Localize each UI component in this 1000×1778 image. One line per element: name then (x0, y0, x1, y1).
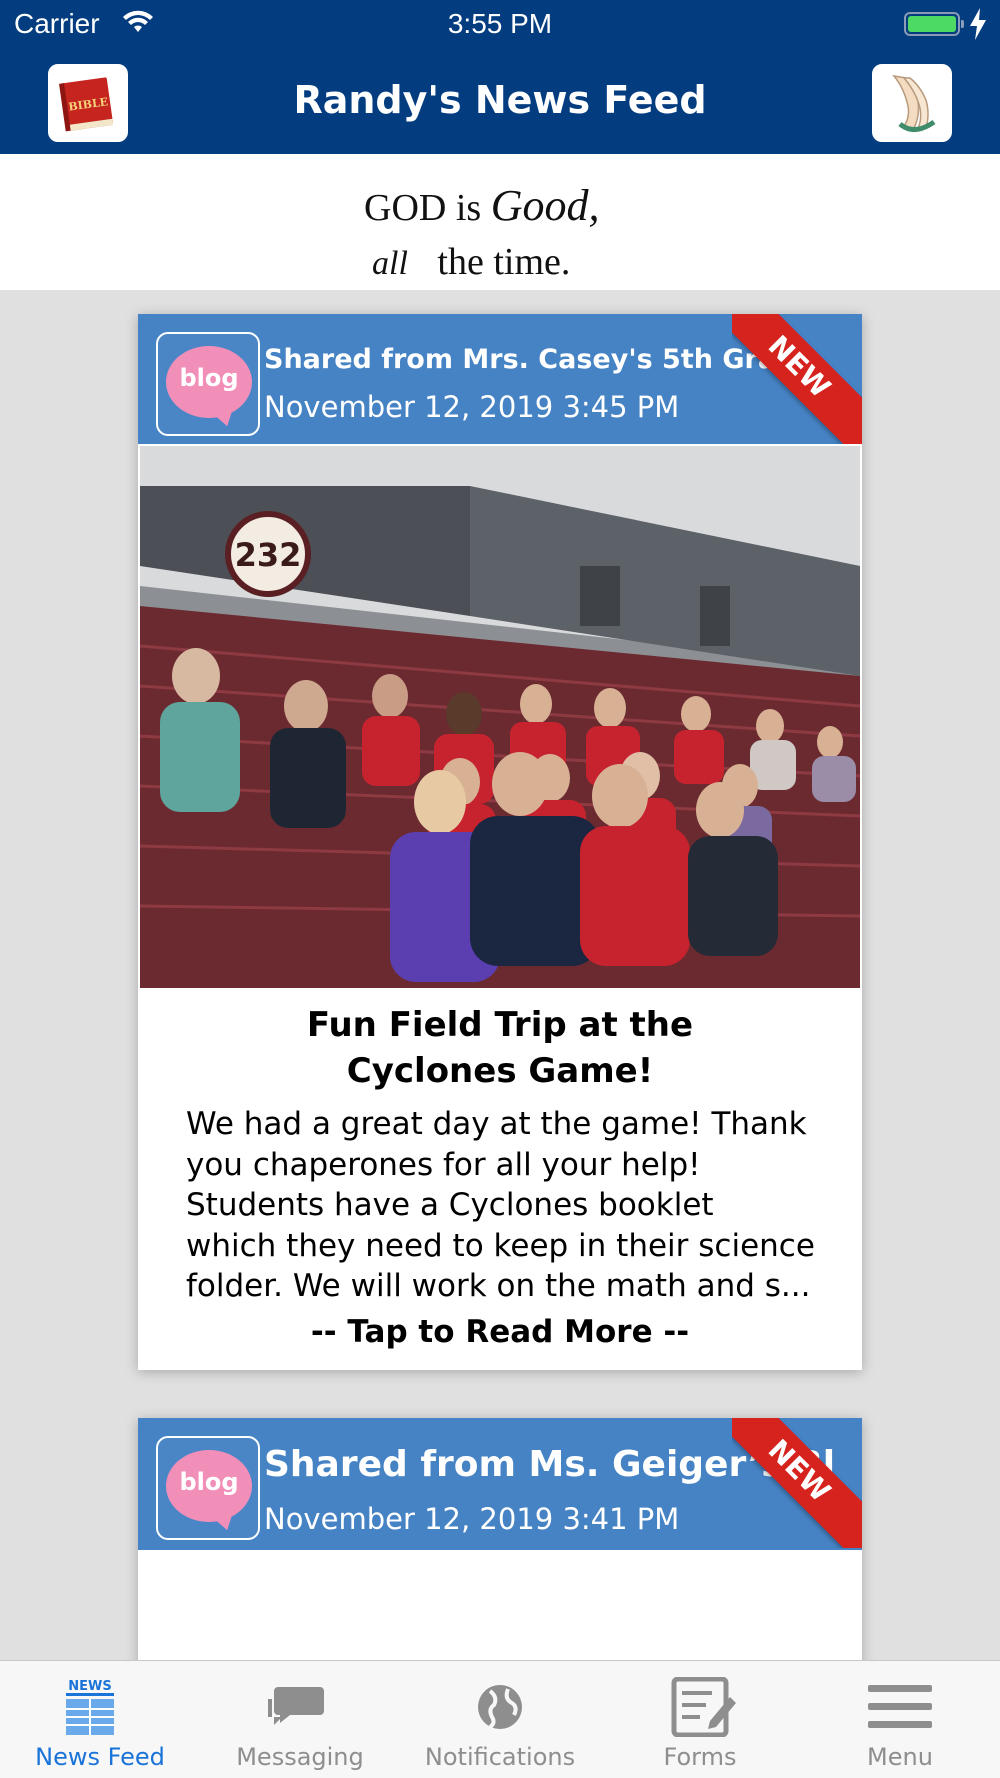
tab-messaging[interactable]: Messaging (200, 1661, 400, 1778)
post-excerpt-line: Students have a Cyclones booklet (186, 1187, 714, 1223)
newspaper-icon-text: NEWS (68, 1679, 111, 1694)
battery-icon (904, 12, 964, 36)
tab-notifications[interactable]: Notifications (400, 1661, 600, 1778)
nav-bar: BIBLE Randy's News Feed (0, 50, 1000, 154)
post-title-line: Fun Field Trip at the (306, 1005, 694, 1045)
post-excerpt-line: which they need to keep in their science (186, 1227, 815, 1264)
charging-bolt-icon (970, 8, 986, 40)
post-photo[interactable]: 232 (140, 446, 860, 988)
blog-icon: blog (156, 332, 260, 436)
motto-line-1: GOD is Good, (364, 180, 599, 231)
globe-icon (478, 1685, 522, 1729)
blog-icon-label: blog (179, 1468, 239, 1496)
battery-level-fill (908, 16, 956, 32)
post-excerpt: We had a great day at the game! Thank yo… (186, 1104, 826, 1307)
motto-banner: GOD is Good, all the time. (0, 154, 1000, 290)
new-badge: NEW (732, 1418, 862, 1548)
new-ribbon: NEW (732, 314, 862, 444)
read-more-link[interactable]: -- Tap to Read More -- (138, 1314, 862, 1350)
motto-line-1-script: Good, (490, 181, 600, 230)
post-excerpt-line: folder. We will work on the math and s..… (186, 1268, 811, 1304)
motto-line-2: all the time. (372, 240, 570, 284)
prayer-button[interactable] (872, 64, 952, 142)
post-excerpt-line: you chaperones for all your help! (186, 1146, 701, 1183)
news-card[interactable]: blog Shared from Mrs. Casey's 5th Grade … (138, 314, 862, 1370)
tab-menu[interactable]: Menu (800, 1661, 1000, 1778)
tab-label: Menu (867, 1743, 933, 1771)
motto-line-2-text: the time. (437, 241, 571, 283)
chat-bubbles-icon (268, 1687, 324, 1725)
post-title-line: Cyclones Game! (346, 1051, 654, 1091)
tab-label: News Feed (35, 1743, 165, 1771)
blog-icon: blog (156, 1436, 260, 1540)
card-date: November 12, 2019 3:41 PM (264, 1502, 680, 1536)
motto-line-2-script: all (372, 245, 408, 282)
post-excerpt-line: We had a great day at the game! Thank (186, 1106, 807, 1142)
hamburger-menu-icon (868, 1685, 932, 1728)
page-title: Randy's News Feed (293, 78, 707, 122)
tab-label: Forms (663, 1743, 737, 1771)
status-time: 3:55 PM (447, 8, 553, 39)
card-date: November 12, 2019 3:45 PM (264, 390, 680, 424)
newspaper-icon: NEWS (66, 1679, 114, 1735)
section-sign-number: 232 (235, 536, 302, 574)
tab-forms[interactable]: Forms (600, 1661, 800, 1778)
form-edit-icon (671, 1677, 736, 1737)
card-header: blog Shared from Mrs. Casey's 5th Grade … (138, 314, 862, 444)
tab-label: Messaging (236, 1743, 364, 1771)
motto-line-1-text: GOD is (364, 187, 482, 229)
tab-news-feed[interactable]: NEWS News Feed (0, 1661, 200, 1778)
new-badge: NEW (732, 314, 862, 444)
praying-hands-icon (874, 66, 950, 140)
card-header: blog Shared from Ms. Geiger’s Bl Novembe… (138, 1418, 862, 1550)
status-bar: Carrier 3:55 PM (0, 0, 1000, 50)
tab-bar: NEWS News Feed Messaging Notifications F… (0, 1660, 1000, 1778)
arena-photo-image: 232 (140, 446, 860, 988)
tab-label: Notifications (424, 1743, 576, 1771)
blog-icon-label: blog (179, 364, 239, 392)
post-title: Fun Field Trip at the Cyclones Game! (138, 1002, 862, 1094)
new-ribbon: NEW (732, 1418, 862, 1548)
